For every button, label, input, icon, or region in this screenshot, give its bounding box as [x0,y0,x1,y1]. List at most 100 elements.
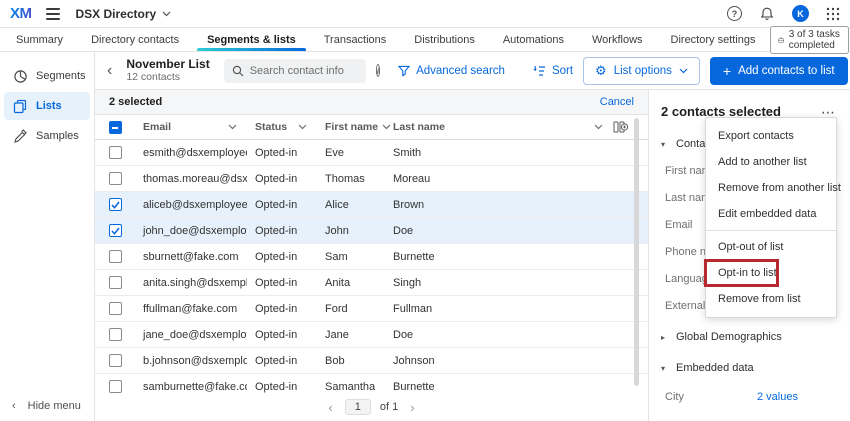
tab-label: Segments & lists [207,34,296,46]
table-row[interactable]: sburnett@fake.comOpted-inSamBurnette [95,244,648,270]
table-row[interactable]: anita.singh@dsxemployee...Opted-inAnitaS… [95,270,648,296]
tab-automations[interactable]: Automations [489,28,578,51]
column-label: Email [143,121,171,133]
embedded-field-value-link[interactable]: 2 values [757,391,838,403]
chevron-down-icon [679,68,688,74]
sort-button[interactable]: Sort [533,65,573,77]
status-cell: Opted-in [247,199,317,211]
segments-pie-icon [13,69,28,84]
sort-label: Sort [552,65,573,77]
menu-item-opt-in-to-list[interactable]: Opt-in to list [706,260,836,286]
advanced-search-button[interactable]: Advanced search [398,65,505,77]
panel-more-options-icon[interactable]: ⋯ [819,108,838,116]
row-checkbox[interactable] [109,172,122,185]
table-row[interactable]: aliceb@dsxemployee.comOpted-inAliceBrown [95,192,648,218]
sidebar-item-samples[interactable]: Samples [4,122,90,150]
topbar-icons: ? K [727,5,840,22]
user-avatar[interactable]: K [792,5,809,22]
info-icon[interactable]: i [376,64,380,77]
menu-separator [706,230,836,231]
tab-workflows[interactable]: Workflows [578,28,657,51]
tab-segments-lists[interactable]: Segments & lists [193,28,310,51]
menu-item-edit-embedded-data[interactable]: Edit embedded data [706,201,836,227]
prev-page-button[interactable]: ‹ [325,400,335,415]
back-button[interactable]: ‹ [103,60,116,82]
chevron-down-icon [594,124,603,130]
list-options-label: List options [614,65,672,77]
add-contacts-label: Add contacts to list [738,65,835,77]
first-name-cell: Eve [317,147,385,159]
directory-switcher[interactable]: DSX Directory [76,7,172,21]
column-header-last-name[interactable]: Last name [385,121,613,133]
table-row[interactable]: ffullman@fake.comOpted-inFordFullman [95,296,648,322]
last-name-cell: Brown [385,199,613,211]
table-row[interactable]: esmith@dsxemployee.comOpted-inEveSmith [95,140,648,166]
column-label: First name [325,121,378,133]
row-checkbox-cell [95,172,135,185]
list-toolbar: ‹ November List 12 contacts i Advanced s… [95,52,850,90]
sidebar-items: SegmentsListsSamples [0,62,94,152]
table-row[interactable]: jane_doe@dsxemployee....Opted-inJaneDoe [95,322,648,348]
tab-directory-settings[interactable]: Directory settings [657,28,770,51]
tab-label: Automations [503,34,564,46]
tab-transactions[interactable]: Transactions [310,28,401,51]
tab-directory-contacts[interactable]: Directory contacts [77,28,193,51]
menu-item-remove-from-another-list[interactable]: Remove from another list [706,175,836,201]
row-checkbox[interactable] [109,354,122,367]
sidebar-item-lists[interactable]: Lists [4,92,90,120]
row-checkbox-cell [95,302,135,315]
tab-distributions[interactable]: Distributions [400,28,489,51]
current-page-box[interactable]: 1 [345,399,371,415]
column-label: Last name [393,121,445,133]
column-header-email[interactable]: Email [135,121,247,133]
row-checkbox-cell [95,380,135,393]
sidebar-item-segments[interactable]: Segments [4,62,90,90]
tasks-completed-badge[interactable]: 3 of 3 tasks completed [770,26,849,54]
add-contacts-button[interactable]: + Add contacts to list [710,57,848,85]
notifications-bell-icon[interactable] [759,6,775,22]
table-row[interactable]: samburnette@fake.comOpted-inSamanthaBurn… [95,374,648,393]
caret-right-icon: ▸ [661,333,669,342]
next-page-button[interactable]: › [407,400,417,415]
menu-item-add-to-another-list[interactable]: Add to another list [706,149,836,175]
row-checkbox[interactable] [109,146,122,159]
tasks-briefcase-icon [778,34,784,46]
apps-grid-icon[interactable] [826,7,840,21]
cancel-selection-link[interactable]: Cancel [600,96,634,108]
row-checkbox[interactable] [109,250,122,263]
table-row[interactable]: john_doe@dsxemployee....Opted-inJohnDoe [95,218,648,244]
filter-funnel-icon [398,65,410,77]
table-row[interactable]: b.johnson@dsxemployee....Opted-inBobJohn… [95,348,648,374]
row-checkbox[interactable] [109,276,122,289]
search-box [224,59,366,83]
column-header-first-name[interactable]: First name [317,121,385,133]
embedded-data-section-toggle[interactable]: ▾ Embedded data [661,362,838,374]
tab-list: SummaryDirectory contacts Segments & list… [2,28,770,51]
global-demographics-section-toggle[interactable]: ▸ Global Demographics [661,331,838,343]
row-checkbox[interactable] [109,328,122,341]
search-input[interactable] [250,65,358,77]
table-scrollbar-thumb[interactable] [634,118,639,386]
last-name-cell: Fullman [385,303,613,315]
help-icon[interactable]: ? [727,6,742,21]
row-checkbox[interactable] [109,224,122,237]
menu-item-opt-out-of-list[interactable]: Opt-out of list [706,234,836,260]
hamburger-menu-icon[interactable] [46,8,60,20]
select-all-checkbox[interactable] [109,121,122,134]
check-icon [111,201,120,209]
email-cell: anita.singh@dsxemployee... [135,277,247,289]
row-checkbox[interactable] [109,380,122,393]
menu-item-export-contacts[interactable]: Export contacts [706,123,836,149]
row-checkbox[interactable] [109,302,122,315]
row-checkbox-cell [95,328,135,341]
tab-label: Distributions [414,34,475,46]
table-row[interactable]: thomas.moreau@dsxempl...Opted-inThomasMo… [95,166,648,192]
list-options-button[interactable]: ⚙ List options [583,57,700,85]
hide-menu-button[interactable]: ‹ Hide menu [0,391,94,421]
row-checkbox-cell [95,354,135,367]
tab-summary[interactable]: Summary [2,28,77,51]
menu-item-remove-from-list[interactable]: Remove from list [706,286,836,312]
add-column-button[interactable] [613,120,648,134]
row-checkbox[interactable] [109,198,122,211]
column-header-status[interactable]: Status [247,121,317,133]
